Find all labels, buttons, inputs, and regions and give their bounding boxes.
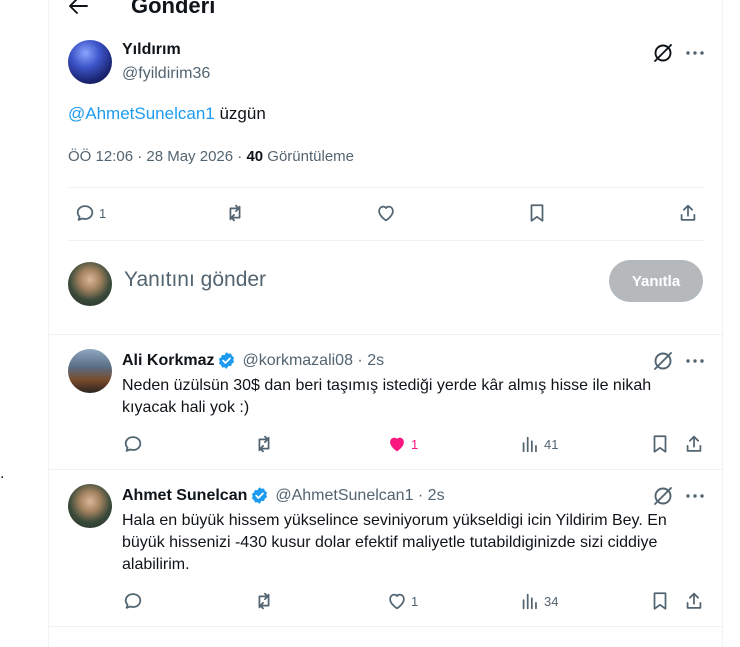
like-icon	[389, 593, 405, 610]
post-body: üzgün	[214, 104, 266, 123]
reply-handle[interactable]: @korkmazali08 · 2s	[242, 352, 384, 370]
bookmark-action[interactable]	[526, 202, 548, 224]
share-icon	[680, 204, 696, 221]
reply-text: Hala en büyük hissem yükselince seviniyo…	[122, 512, 667, 573]
share-action[interactable]	[677, 202, 699, 224]
reply-action[interactable]: 1	[74, 202, 106, 224]
page-header: Gönderi	[49, 0, 724, 22]
views-icon	[522, 593, 537, 610]
like-icon	[378, 205, 394, 222]
bookmark-action[interactable]	[649, 590, 671, 612]
my-avatar[interactable]	[68, 262, 112, 306]
reply-author-name[interactable]: Ali Korkmaz	[122, 352, 214, 370]
views-action[interactable]: 34	[519, 590, 558, 612]
page-title: Gönderi	[131, 0, 216, 18]
more-icon[interactable]	[683, 349, 707, 373]
reply-icon	[124, 436, 142, 452]
reply-handle[interactable]: @AhmetSunelcan1 · 2s	[275, 487, 444, 505]
bookmark-icon	[653, 435, 667, 453]
view-count: 40	[246, 148, 264, 165]
like-filled-icon	[390, 437, 404, 452]
divider	[49, 469, 724, 470]
views-action[interactable]: 41	[519, 433, 558, 455]
author-avatar[interactable]	[68, 40, 112, 84]
reply-count: 1	[99, 205, 107, 221]
reply-header: Ali Korkmaz @korkmazali08 · 2s	[122, 351, 384, 370]
grok-icon[interactable]	[651, 349, 675, 373]
reply-author-name[interactable]: Ahmet Sunelcan	[122, 487, 247, 505]
reply-text: Neden üzülsün 30$ dan beri taşımış isted…	[122, 377, 652, 416]
grok-icon[interactable]	[651, 484, 675, 508]
share-icon	[686, 592, 702, 609]
share-action[interactable]	[683, 590, 705, 612]
reply-action[interactable]	[122, 433, 144, 455]
like-action[interactable]: 1	[386, 590, 418, 612]
like-count: 1	[411, 593, 419, 609]
repost-icon	[258, 435, 270, 453]
reply-header: Ahmet Sunelcan @AhmetSunelcan1 · 2s	[122, 486, 445, 505]
reply-action[interactable]	[122, 590, 144, 612]
repost-action[interactable]	[253, 433, 275, 455]
view-label: Görüntüleme	[263, 148, 355, 165]
like-action[interactable]	[375, 202, 397, 224]
author-name[interactable]: Yıldırım	[122, 41, 181, 59]
bookmark-icon	[530, 204, 544, 222]
like-action[interactable]: 1	[386, 433, 418, 455]
verified-icon	[219, 352, 235, 369]
divider	[68, 240, 704, 241]
share-icon	[686, 435, 702, 452]
back-arrow-icon[interactable]	[67, 0, 91, 18]
reply-icon	[124, 593, 142, 609]
more-icon[interactable]	[683, 484, 707, 508]
post-text: @AhmetSunelcan1 üzgün	[68, 104, 266, 124]
divider	[49, 334, 724, 335]
divider	[68, 187, 704, 188]
mention-link[interactable]: @AhmetSunelcan1	[68, 104, 215, 123]
post-timestamp[interactable]: ÖÖ 12:06 · 28 May 2026 ·	[68, 148, 246, 165]
grok-icon[interactable]	[651, 41, 675, 65]
views-count: 41	[544, 436, 559, 452]
divider	[49, 626, 724, 627]
like-count: 1	[411, 436, 419, 452]
repost-action[interactable]	[224, 202, 246, 224]
repost-icon	[229, 204, 241, 222]
stray-dot: .	[0, 465, 5, 482]
repost-action[interactable]	[253, 590, 275, 612]
bookmark-action[interactable]	[649, 433, 671, 455]
reply-icon	[76, 205, 94, 221]
bookmark-icon	[653, 592, 667, 610]
author-handle[interactable]: @fyildirim36	[122, 65, 210, 83]
share-action[interactable]	[683, 433, 705, 455]
reply-input[interactable]: Yanıtını gönder	[124, 268, 266, 292]
views-icon	[522, 436, 537, 453]
post-meta: ÖÖ 12:06 · 28 May 2026 · 40 Görüntüleme	[68, 148, 354, 165]
reply-button[interactable]: Yanıtla	[609, 260, 703, 302]
more-icon[interactable]	[683, 41, 707, 65]
post-column: Gönderi Yıldırım @fyildirim36 @AhmetSune…	[48, 0, 724, 647]
verified-icon	[252, 487, 268, 504]
views-count: 34	[544, 593, 559, 609]
reply-avatar[interactable]	[68, 484, 112, 528]
repost-icon	[258, 592, 270, 610]
reply-avatar[interactable]	[68, 349, 112, 393]
